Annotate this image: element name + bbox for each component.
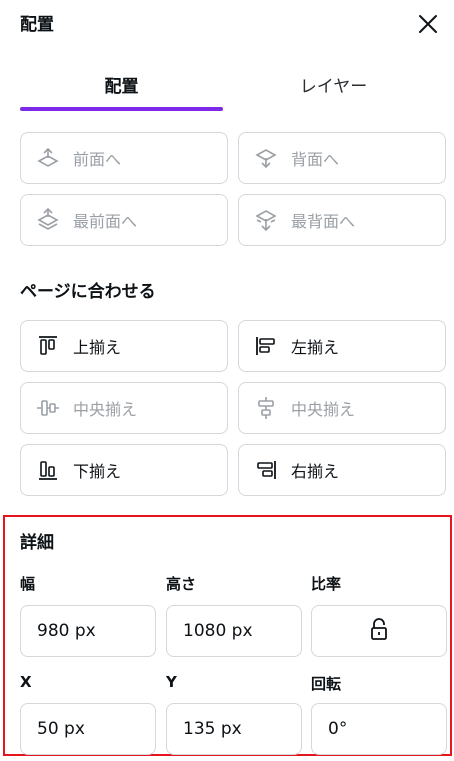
bring-to-front-label: 最前面へ xyxy=(73,212,138,231)
y-label: Y xyxy=(166,673,177,691)
align-left-button[interactable]: 左揃え xyxy=(238,320,446,372)
x-input[interactable]: 50 px xyxy=(20,703,156,755)
lock-open-icon xyxy=(366,616,392,647)
height-label: 高さ xyxy=(166,575,197,593)
align-left-label: 左揃え xyxy=(291,338,340,357)
align-left-icon xyxy=(253,333,279,359)
align-vertical-center-button[interactable]: 中央揃え xyxy=(20,382,228,434)
send-backward-icon xyxy=(253,145,279,171)
align-horizontal-center-label: 中央揃え xyxy=(291,400,356,419)
align-bottom-icon xyxy=(35,457,61,483)
align-top-label: 上揃え xyxy=(73,338,122,357)
align-top-icon xyxy=(35,333,61,359)
bring-to-front-icon xyxy=(35,207,61,233)
tab-layers[interactable]: レイヤー xyxy=(232,72,435,97)
height-input[interactable]: 1080 px xyxy=(166,605,302,657)
send-to-back-label: 最背面へ xyxy=(291,212,356,231)
details-heading: 詳細 xyxy=(20,533,54,553)
aspect-ratio-lock-button[interactable] xyxy=(311,605,447,657)
width-label: 幅 xyxy=(20,575,36,593)
align-horizontal-center-button[interactable]: 中央揃え xyxy=(238,382,446,434)
send-backward-label: 背面へ xyxy=(291,150,340,169)
align-top-button[interactable]: 上揃え xyxy=(20,320,228,372)
align-horizontal-center-icon xyxy=(253,395,279,421)
bring-forward-icon xyxy=(35,145,61,171)
send-to-back-icon xyxy=(253,207,279,233)
ratio-label: 比率 xyxy=(311,575,342,593)
active-tab-indicator xyxy=(20,107,223,111)
align-bottom-button[interactable]: 下揃え xyxy=(20,444,228,496)
bring-forward-label: 前面へ xyxy=(73,150,122,169)
align-vertical-center-icon xyxy=(35,395,61,421)
rotation-label: 回転 xyxy=(311,675,342,693)
bring-forward-button[interactable]: 前面へ xyxy=(20,132,228,184)
width-input[interactable]: 980 px xyxy=(20,605,156,657)
rotation-input[interactable]: 0° xyxy=(311,703,447,755)
align-vertical-center-label: 中央揃え xyxy=(73,400,138,419)
tab-arrange[interactable]: 配置 xyxy=(20,72,223,97)
panel-title: 配置 xyxy=(20,15,54,35)
align-bottom-label: 下揃え xyxy=(73,462,122,481)
align-right-label: 右揃え xyxy=(291,462,340,481)
align-right-icon xyxy=(253,457,279,483)
page-align-heading: ページに合わせる xyxy=(20,282,156,302)
x-label: X xyxy=(20,673,32,691)
send-backward-button[interactable]: 背面へ xyxy=(238,132,446,184)
close-icon[interactable] xyxy=(416,12,440,36)
y-input[interactable]: 135 px xyxy=(166,703,302,755)
align-right-button[interactable]: 右揃え xyxy=(238,444,446,496)
send-to-back-button[interactable]: 最背面へ xyxy=(238,194,446,246)
bring-to-front-button[interactable]: 最前面へ xyxy=(20,194,228,246)
